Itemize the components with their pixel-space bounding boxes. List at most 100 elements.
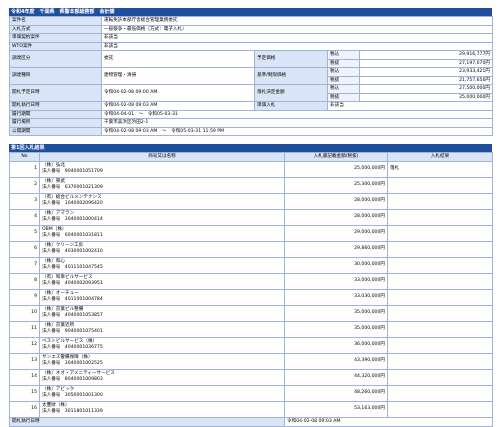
project-name: 運転免許本部庁舎総合管理業務委託 bbox=[101, 16, 493, 26]
corp-number: 4040001036775 bbox=[64, 345, 103, 350]
bid-no: 8 bbox=[9, 272, 40, 290]
open-date-value: 令和04-02-08 09:00 AM bbox=[101, 84, 255, 102]
corp-number: 8040001009803 bbox=[64, 377, 103, 382]
bid-no: 13 bbox=[9, 352, 40, 370]
corp-number: 1040002096420 bbox=[64, 201, 103, 206]
bid-amount: 29,000,000円 bbox=[284, 224, 388, 242]
exec-date-value: 令和04-02-08 09:03 AM bbox=[101, 101, 255, 111]
bid-no: 10 bbox=[9, 304, 40, 322]
bidder-cell: サンエス警備保障（株） 法人番号 3040001002525 bbox=[39, 352, 285, 370]
bid-result bbox=[387, 384, 493, 402]
bid-exec-value: 令和04-02-08 09:03 AM bbox=[284, 416, 493, 427]
bid-no: 4 bbox=[9, 208, 40, 226]
bid-amount: 29,860,000円 bbox=[284, 240, 388, 258]
bid-results-table: No 商号又は名称 入札書記載金額(税抜) 入札結果 1 （株）弘北 法人番号 90… bbox=[9, 152, 493, 427]
corp-number-label: 法人番号 bbox=[42, 265, 61, 270]
bid-result bbox=[387, 272, 493, 290]
bid-no: 9 bbox=[9, 288, 40, 306]
corp-number: 4030001002410 bbox=[64, 249, 103, 254]
bid-result bbox=[387, 352, 493, 370]
category-value: 委託 bbox=[101, 50, 255, 68]
corp-number: 3040001000414 bbox=[64, 217, 103, 222]
bid-result bbox=[387, 192, 493, 210]
bid-amount: 43,390,000円 bbox=[284, 352, 388, 370]
bidder-cell: （株）ネオ・アメニティーサービス 法人番号 8040001009803 bbox=[39, 368, 285, 386]
corp-number-label: 法人番号 bbox=[42, 217, 61, 222]
bid-amount: 28,000,000円 bbox=[284, 192, 388, 210]
bid-row: 2 （株）東武 法人番号 6370001021309 25,300,000円 bbox=[9, 176, 493, 194]
bidder-corp-line: 法人番号 3050001001300 bbox=[42, 393, 282, 399]
bid-no: 5 bbox=[9, 224, 40, 242]
unit-contract-value: 非該当 bbox=[101, 33, 493, 43]
bidder-cell: ベストビルサービス（株） 法人番号 4040001036775 bbox=[39, 336, 285, 354]
place-label: 履行場所 bbox=[9, 118, 102, 128]
bid-row: 12 ベストビルサービス（株） 法人番号 4040001036775 36,000,0… bbox=[9, 336, 493, 354]
category-label: 調達区分 bbox=[9, 50, 102, 68]
bidder-corp-line: 法人番号 3040001002525 bbox=[42, 361, 282, 367]
bid-rows: 1 （株）弘北 法人番号 9040001051709 25,000,000円 落札 2 （株… bbox=[9, 160, 493, 418]
corp-number: 9040001051709 bbox=[64, 169, 103, 174]
col-result-header: 入札結果 bbox=[387, 152, 493, 162]
corp-number: 4011001004784 bbox=[64, 297, 103, 302]
bid-no: 2 bbox=[9, 176, 40, 194]
exec-date-label: 開札執行日時 bbox=[9, 101, 102, 111]
bid-result bbox=[387, 400, 493, 418]
bidder-corp-line: 法人番号 8040001009803 bbox=[42, 377, 282, 383]
bidder-cell: （株）京葉ビル整備 法人番号 4040001053857 bbox=[39, 304, 285, 322]
corp-number-label: 法人番号 bbox=[42, 169, 61, 174]
bid-row: 8 （有）和幸ビルサービス 法人番号 4040002093951 33,000,000… bbox=[9, 272, 493, 290]
bidder-corp-line: 法人番号 4030001002410 bbox=[42, 249, 282, 255]
corp-number: 4040002093951 bbox=[64, 281, 103, 286]
col-name-header: 商号又は名称 bbox=[39, 152, 285, 162]
bid-result: 落札 bbox=[387, 160, 493, 178]
bid-amount: 30,000,000円 bbox=[284, 256, 388, 274]
publish-value: 令和04-02-08 09:03 AM ～ 令和05-03-31 11:59 P… bbox=[101, 126, 493, 136]
bidder-cell: （株）アマラン 法人番号 3040001000414 bbox=[39, 208, 285, 226]
bidder-corp-line: 法人番号 6370001021309 bbox=[42, 185, 282, 191]
bid-result bbox=[387, 208, 493, 226]
corp-number: 4040001053857 bbox=[64, 313, 103, 318]
bid-no: 7 bbox=[9, 256, 40, 274]
bid-amount: 53,163,000円 bbox=[284, 400, 388, 418]
corp-number-label: 法人番号 bbox=[42, 361, 61, 366]
bid-result bbox=[387, 368, 493, 386]
bidder-corp-line: 法人番号 9040001075401 bbox=[42, 329, 282, 335]
bidder-cell: （有）和幸ビルサービス 法人番号 4040002093951 bbox=[39, 272, 285, 290]
bid-result bbox=[387, 320, 493, 338]
bidder-corp-line: 法人番号 4011001004784 bbox=[42, 297, 282, 303]
bidder-cell: （株）クリーン工房 法人番号 4030001002410 bbox=[39, 240, 285, 258]
bid-row: 14 （株）ネオ・アメニティーサービス 法人番号 8040001009803 44,3… bbox=[9, 368, 493, 386]
bid-no: 14 bbox=[9, 368, 40, 386]
bid-row: 13 サンエス警備保障（株） 法人番号 3040001002525 43,390,00… bbox=[9, 352, 493, 370]
unit-bid-label: 単価入札 bbox=[254, 101, 328, 111]
bidder-cell: OBM（株） 法人番号 6040001031811 bbox=[39, 224, 285, 242]
bid-no: 6 bbox=[9, 240, 40, 258]
bid-amount: 25,000,000円 bbox=[284, 160, 388, 178]
decided-price-tax-ex: 25,000,000円 bbox=[359, 92, 493, 102]
planned-tax-in-label: 税込 bbox=[327, 50, 360, 60]
bid-row: 1 （株）弘北 法人番号 9040001051709 25,000,000円 落札 bbox=[9, 160, 493, 178]
publish-label: 公開期間 bbox=[9, 126, 102, 136]
project-name-label: 案件名 bbox=[9, 16, 102, 26]
corp-number: 6040001031811 bbox=[64, 233, 103, 238]
bidder-corp-line: 法人番号 3040001000414 bbox=[42, 217, 282, 223]
page-title: 令和4年度 千葉県 県警本部総務部 会計課 bbox=[9, 8, 492, 16]
bid-result bbox=[387, 336, 493, 354]
type-value: 建物管理・清掃 bbox=[101, 67, 255, 85]
wto-label: WTO案件 bbox=[9, 41, 102, 51]
bid-result bbox=[387, 256, 493, 274]
method-value: 一般競争・最低価格（方式：電子入札） bbox=[101, 24, 493, 34]
base-tax-in-label: 税込 bbox=[327, 67, 360, 77]
bid-amount: 28,000,000円 bbox=[284, 208, 388, 226]
bidder-cell: （株）京葉近所 法人番号 9040001075401 bbox=[39, 320, 285, 338]
bid-row: 16 太豐財（株） 法人番号 3011801011339 53,163,000円 bbox=[9, 400, 493, 418]
bid-amount: 36,000,000円 bbox=[284, 336, 388, 354]
unit-contract-label: 単価契約案件 bbox=[9, 33, 102, 43]
corp-number-label: 法人番号 bbox=[42, 329, 61, 334]
corp-number-label: 法人番号 bbox=[42, 233, 61, 238]
bidder-cell: 太豐財（株） 法人番号 3011801011339 bbox=[39, 400, 285, 418]
corp-number-label: 法人番号 bbox=[42, 297, 61, 302]
bid-no: 12 bbox=[9, 336, 40, 354]
planned-price-tax-ex: 27,197,070円 bbox=[359, 58, 493, 68]
decided-price-label: 落札決定金額 bbox=[254, 84, 328, 102]
